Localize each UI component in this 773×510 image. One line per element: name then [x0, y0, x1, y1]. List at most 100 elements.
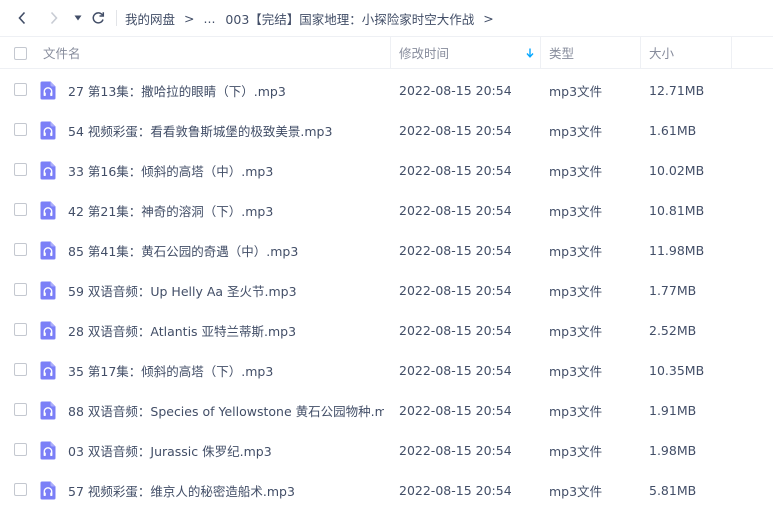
column-header-type-label: 类型 [549, 46, 575, 61]
file-row-checkbox[interactable] [14, 483, 27, 496]
audio-file-icon [40, 401, 56, 420]
column-header-size[interactable]: 大小 [649, 37, 674, 68]
file-row-checkbox[interactable] [14, 163, 27, 176]
file-row-checkbox[interactable] [14, 123, 27, 136]
file-row[interactable]: 57 视频彩蛋：维京人的秘密造船术.mp3 2022-08-15 20:54 mp3… [0, 470, 773, 510]
file-row-checkbox[interactable] [14, 243, 27, 256]
toolbar-divider [116, 10, 117, 26]
caret-down-icon [74, 15, 82, 21]
file-row-checkbox[interactable] [14, 203, 27, 216]
back-button[interactable] [12, 8, 32, 28]
chevron-right-icon [50, 11, 58, 25]
audio-file-icon [40, 161, 56, 180]
file-size: 1.91MB [649, 402, 697, 418]
file-modified-time: 2022-08-15 20:54 [399, 162, 512, 178]
file-row-checkbox[interactable] [14, 323, 27, 336]
column-divider[interactable] [540, 37, 541, 68]
file-name[interactable]: 57 视频彩蛋：维京人的秘密造船术.mp3 [68, 470, 384, 510]
file-row-checkbox[interactable] [14, 403, 27, 416]
file-modified-time: 2022-08-15 20:54 [399, 282, 512, 298]
file-row[interactable]: 42 第21集：神奇的溶洞（下）.mp3 2022-08-15 20:54 mp3文… [0, 190, 773, 230]
column-header-type[interactable]: 类型 [549, 37, 574, 68]
file-modified-time: 2022-08-15 20:54 [399, 122, 512, 138]
column-divider[interactable] [390, 37, 391, 68]
file-row-checkbox[interactable] [14, 363, 27, 376]
file-row[interactable]: 35 第17集：倾斜的高塔（下）.mp3 2022-08-15 20:54 mp3文… [0, 350, 773, 390]
audio-file-icon [40, 321, 56, 340]
file-row-checkbox[interactable] [14, 443, 27, 456]
column-header-modified-label: 修改时间 [399, 46, 450, 61]
file-row[interactable]: 03 双语音频：Jurassic 侏罗纪.mp3 2022-08-15 20:54… [0, 430, 773, 470]
file-name[interactable]: 28 双语音频：Atlantis 亚特兰蒂斯.mp3 [68, 310, 384, 350]
audio-file-icon [40, 241, 56, 260]
audio-file-icon [40, 201, 56, 220]
breadcrumb-item-root[interactable]: 我的网盘 [125, 9, 175, 28]
breadcrumb-item-current[interactable]: 003【完结】国家地理：小探险家时空大作战 [225, 9, 474, 28]
file-row-checkbox[interactable] [14, 83, 27, 96]
file-modified-time: 2022-08-15 20:54 [399, 242, 512, 258]
file-type: mp3文件 [549, 483, 603, 499]
file-name[interactable]: 33 第16集：倾斜的高塔（中）.mp3 [68, 150, 384, 190]
file-size: 1.61MB [649, 122, 697, 138]
file-name[interactable]: 35 第17集：倾斜的高塔（下）.mp3 [68, 350, 384, 390]
column-divider[interactable] [640, 37, 641, 68]
file-size: 11.98MB [649, 242, 705, 258]
file-type: mp3文件 [549, 83, 603, 99]
file-type: mp3文件 [549, 123, 603, 139]
file-name[interactable]: 54 视频彩蛋：看看敦鲁斯城堡的极致美景.mp3 [68, 110, 384, 150]
file-type: mp3文件 [549, 163, 603, 179]
refresh-icon [92, 12, 105, 24]
file-size: 1.77MB [649, 282, 697, 298]
file-modified-time: 2022-08-15 20:54 [399, 322, 512, 338]
file-name[interactable]: 59 双语音频：Up Helly Aa 圣火节.mp3 [68, 270, 384, 310]
file-modified-time: 2022-08-15 20:54 [399, 202, 512, 218]
file-type: mp3文件 [549, 243, 603, 259]
audio-file-icon [40, 361, 56, 380]
file-row[interactable]: 88 双语音频：Species of Yellowstone 黄石公园物种.m.… [0, 390, 773, 430]
column-header-name-label: 文件名 [43, 46, 81, 61]
breadcrumb-item-ellipsis[interactable]: ... [204, 11, 216, 26]
column-header-modified[interactable]: 修改时间 [399, 37, 539, 68]
file-row-checkbox[interactable] [14, 283, 27, 296]
file-type: mp3文件 [549, 363, 603, 379]
file-modified-time: 2022-08-15 20:54 [399, 362, 512, 378]
file-name[interactable]: 27 第13集：撒哈拉的眼睛（下）.mp3 [68, 70, 384, 110]
file-row[interactable]: 27 第13集：撒哈拉的眼睛（下）.mp3 2022-08-15 20:54 mp3… [0, 70, 773, 110]
file-type: mp3文件 [549, 283, 603, 299]
breadcrumb: 我的网盘 > ... 003【完结】国家地理：小探险家时空大作战 > [125, 9, 503, 28]
file-row[interactable]: 54 视频彩蛋：看看敦鲁斯城堡的极致美景.mp3 2022-08-15 20:54… [0, 110, 773, 150]
audio-file-icon [40, 481, 56, 500]
column-divider[interactable] [731, 37, 732, 68]
file-size: 10.81MB [649, 202, 705, 218]
column-header-name[interactable]: 文件名 [43, 37, 81, 68]
audio-file-icon [40, 281, 56, 300]
file-row[interactable]: 59 双语音频：Up Helly Aa 圣火节.mp3 2022-08-15 20… [0, 270, 773, 310]
file-size: 10.02MB [649, 162, 705, 178]
file-modified-time: 2022-08-15 20:54 [399, 442, 512, 458]
file-size: 2.52MB [649, 322, 697, 338]
file-modified-time: 2022-08-15 20:54 [399, 402, 512, 418]
file-name[interactable]: 85 第41集：黄石公园的奇遇（中）.mp3 [68, 230, 384, 270]
file-row[interactable]: 33 第16集：倾斜的高塔（中）.mp3 2022-08-15 20:54 mp3文… [0, 150, 773, 190]
file-name[interactable]: 03 双语音频：Jurassic 侏罗纪.mp3 [68, 430, 384, 470]
file-type: mp3文件 [549, 323, 603, 339]
select-all-checkbox[interactable] [14, 47, 27, 60]
file-modified-time: 2022-08-15 20:54 [399, 82, 512, 98]
file-list-header: 文件名 修改时间 类型 大小 [0, 36, 773, 69]
audio-file-icon [40, 121, 56, 140]
history-dropdown-button[interactable] [68, 8, 88, 28]
audio-file-icon [40, 81, 56, 100]
file-size: 1.98MB [649, 442, 697, 458]
breadcrumb-separator-icon: > [483, 10, 494, 26]
forward-button[interactable] [44, 8, 64, 28]
column-header-size-label: 大小 [649, 46, 675, 61]
file-name[interactable]: 88 双语音频：Species of Yellowstone 黄石公园物种.m.… [68, 390, 384, 430]
file-name[interactable]: 42 第21集：神奇的溶洞（下）.mp3 [68, 190, 384, 230]
file-size: 10.35MB [649, 362, 705, 378]
file-row[interactable]: 28 双语音频：Atlantis 亚特兰蒂斯.mp3 2022-08-15 20:… [0, 310, 773, 350]
breadcrumb-separator-icon: > [184, 10, 195, 26]
file-size: 12.71MB [649, 82, 705, 98]
file-row[interactable]: 85 第41集：黄石公园的奇遇（中）.mp3 2022-08-15 20:54 mp… [0, 230, 773, 270]
refresh-button[interactable] [88, 8, 108, 28]
top-bar: 我的网盘 > ... 003【完结】国家地理：小探险家时空大作战 > [0, 0, 773, 36]
